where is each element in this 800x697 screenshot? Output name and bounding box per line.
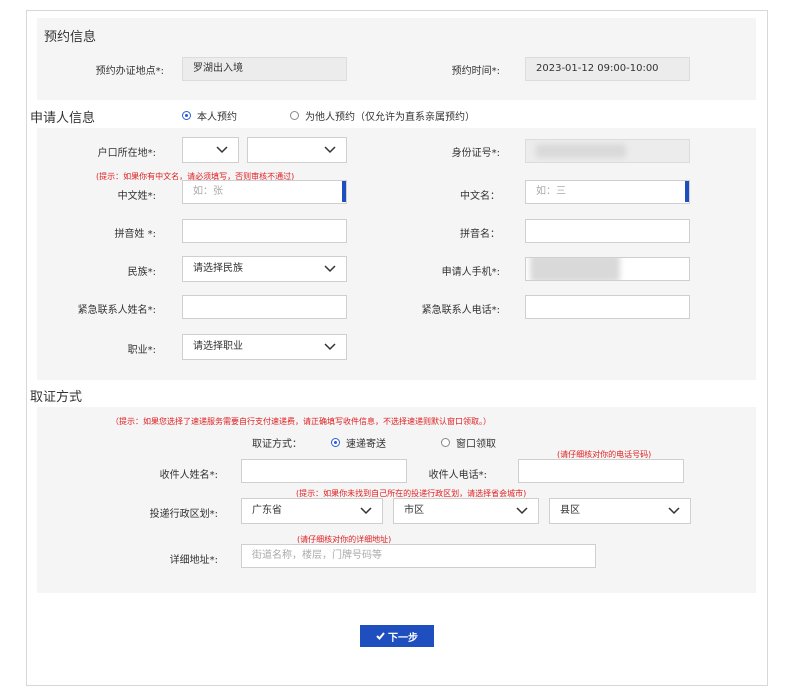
district-label: 投递行政区划*: <box>149 509 218 520</box>
province-select[interactable]: 广东省 <box>241 498 383 524</box>
county-select-value: 县区 <box>560 505 580 516</box>
chevron-down-icon <box>360 507 372 515</box>
appointment-section-title: 预约信息 <box>44 30 97 45</box>
radio-express-label: 速递寄送 <box>346 439 386 450</box>
radio-express-dot[interactable] <box>331 438 340 447</box>
radio-window-label: 窗口领取 <box>456 439 496 450</box>
cn-surname-label: 中文姓*: <box>117 191 156 202</box>
city-select[interactable]: 市区 <box>393 498 539 524</box>
phone-input[interactable] <box>525 257 690 281</box>
chevron-down-icon <box>516 507 528 515</box>
province-select-value: 广东省 <box>252 505 282 516</box>
cn-name-input[interactable]: 如：三 <box>525 180 690 204</box>
radio-other-dot[interactable] <box>290 111 299 120</box>
chevron-down-icon <box>668 507 680 515</box>
id-number-label: 身份证号*: <box>451 148 500 159</box>
cn-name-scroll-indicator <box>685 181 689 202</box>
recipient-name-input[interactable] <box>241 459 407 483</box>
checkmark-icon <box>376 632 385 640</box>
time-field: 2023-01-12 09:00-10:00 <box>525 57 690 81</box>
cn-surname-input[interactable]: 如：张 <box>182 180 347 204</box>
phone-label: 申请人手机*: <box>441 267 500 278</box>
next-step-button[interactable]: 下一步 <box>360 625 434 647</box>
location-label: 预约办证地点*: <box>95 66 164 77</box>
pinyin-surname-input[interactable] <box>182 219 347 243</box>
radio-self-dot[interactable] <box>182 111 191 120</box>
radio-express[interactable]: 速递寄送 <box>331 435 386 450</box>
pinyin-name-label: 拼音名： <box>460 229 500 240</box>
hukou-city-select[interactable] <box>247 137 347 163</box>
emergency-phone-input[interactable] <box>525 295 690 319</box>
pickup-method-label: 取证方式： <box>252 439 302 450</box>
job-label: 职业*: <box>127 345 156 356</box>
applicant-section-title: 申请人信息 <box>30 111 96 126</box>
recipient-phone-input[interactable] <box>518 459 684 483</box>
city-select-value: 市区 <box>404 505 424 516</box>
cn-name-label: 中文名： <box>460 191 500 202</box>
id-number-field[interactable] <box>525 139 690 163</box>
emergency-name-label: 紧急联系人姓名*: <box>77 305 156 316</box>
address-input[interactable]: 街道名称，楼层，门牌号码等 <box>241 544 596 568</box>
county-select[interactable]: 县区 <box>549 498 691 524</box>
radio-other[interactable]: 为他人预约（仅允许为直系亲属预约） <box>290 108 475 123</box>
ethnic-select[interactable]: 请选择民族 <box>182 256 347 282</box>
chevron-down-icon <box>216 146 228 154</box>
next-step-label: 下一步 <box>388 632 418 644</box>
chevron-down-icon <box>324 343 336 351</box>
radio-window[interactable]: 窗口领取 <box>441 435 496 450</box>
hukou-label: 户口所在地*: <box>97 148 156 159</box>
redacted-phone-blur <box>530 258 620 280</box>
pinyin-surname-label: 拼音姓 *: <box>114 229 156 240</box>
radio-self[interactable]: 本人预约 <box>182 108 237 123</box>
time-label: 预约时间*: <box>451 66 500 77</box>
radio-window-dot[interactable] <box>441 438 450 447</box>
job-select[interactable]: 请选择职业 <box>182 334 347 360</box>
pickup-hint: （提示：如果您选择了速递服务需要自行支付速递费，请正确填写收件信息，不选择速递则… <box>111 417 491 426</box>
emergency-phone-label: 紧急联系人电话*: <box>421 305 500 316</box>
recipient-phone-label: 收件人电话*: <box>428 470 487 481</box>
address-label: 详细地址*: <box>169 555 218 566</box>
emergency-name-input[interactable] <box>182 295 347 319</box>
hukou-province-select[interactable] <box>182 137 239 163</box>
radio-other-label: 为他人预约（仅允许为直系亲属预约） <box>305 112 475 123</box>
location-field: 罗湖出入境 <box>182 57 347 81</box>
recipient-name-label: 收件人姓名*: <box>159 470 218 481</box>
chevron-down-icon <box>324 146 336 154</box>
chevron-down-icon <box>324 265 336 273</box>
ethnic-select-value: 请选择民族 <box>193 263 243 274</box>
ethnic-label: 民族*: <box>127 267 156 278</box>
pickup-section-title: 取证方式 <box>30 390 83 405</box>
cn-surname-scroll-indicator <box>342 181 346 202</box>
redacted-id-blur <box>536 144 626 158</box>
radio-self-label: 本人预约 <box>197 112 237 123</box>
pinyin-name-input[interactable] <box>525 219 690 243</box>
job-select-value: 请选择职业 <box>193 341 243 352</box>
